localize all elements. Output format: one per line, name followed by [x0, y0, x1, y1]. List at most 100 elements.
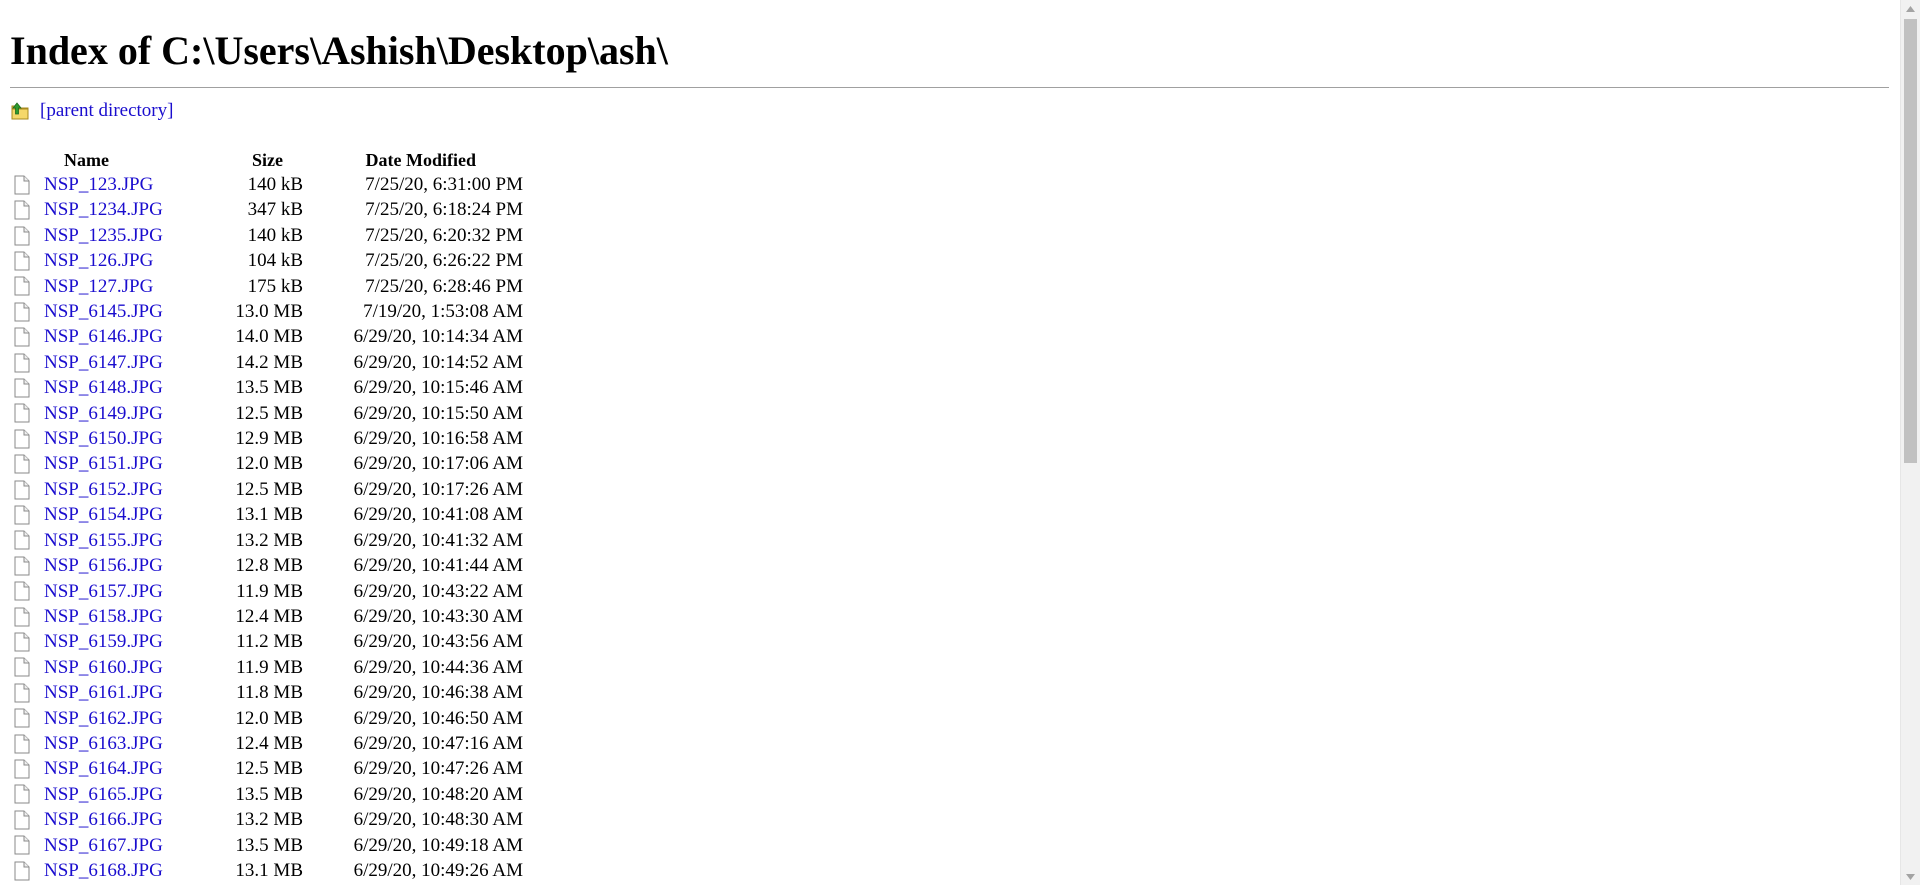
- parent-directory-link[interactable]: [parent directory]: [40, 100, 173, 122]
- date-modified-cell: 6/29/20, 10:47:26 AM: [353, 758, 523, 780]
- file-link[interactable]: NSP_6149.JPG: [44, 401, 163, 426]
- page-title: Index of C:\Users\Ashish\Desktop\ash\: [10, 28, 668, 73]
- file-link[interactable]: NSP_1234.JPG: [44, 197, 163, 222]
- file-name-cell: NSP_6166.JPG: [10, 807, 205, 832]
- divider: [10, 87, 1889, 88]
- file-name-cell: NSP_6159.JPG: [10, 629, 205, 654]
- date-modified-cell: 6/29/20, 10:43:30 AM: [353, 605, 523, 627]
- vertical-scrollbar[interactable]: [1900, 0, 1920, 885]
- date-modified-cell: 6/29/20, 10:41:08 AM: [353, 504, 523, 526]
- file-size-cell: 12.5 MB: [235, 478, 303, 500]
- file-icon: [14, 759, 30, 779]
- file-name-cell: NSP_6155.JPG: [10, 528, 205, 553]
- file-link[interactable]: NSP_6152.JPG: [44, 477, 163, 502]
- file-link[interactable]: NSP_6162.JPG: [44, 706, 163, 731]
- file-name-wrapper: NSP_6168.JPG: [10, 858, 205, 883]
- file-link[interactable]: NSP_6167.JPG: [44, 833, 163, 858]
- file-icon: [14, 175, 30, 195]
- file-link[interactable]: NSP_6148.JPG: [44, 375, 163, 400]
- file-link[interactable]: NSP_127.JPG: [44, 274, 153, 299]
- file-size-cell: 12.0 MB: [235, 707, 303, 729]
- file-link[interactable]: NSP_6165.JPG: [44, 782, 163, 807]
- file-size-cell: 140 kB: [247, 174, 303, 195]
- folder-up-icon[interactable]: [10, 101, 30, 121]
- parent-directory-row: [parent directory]: [10, 98, 173, 124]
- date-modified-cell: 6/29/20, 10:47:16 AM: [353, 732, 523, 754]
- file-size-cell: 347 kB: [247, 199, 303, 221]
- file-icon: [14, 607, 30, 627]
- file-link[interactable]: NSP_6161.JPG: [44, 680, 163, 705]
- file-icon: [14, 480, 30, 500]
- table-row: NSP_126.JPG 104 kB 7/25/20, 6:26:22 PM: [10, 248, 523, 273]
- file-name-wrapper: NSP_127.JPG: [10, 274, 205, 299]
- file-size-cell: 175 kB: [247, 275, 303, 297]
- file-link[interactable]: NSP_6150.JPG: [44, 426, 163, 451]
- file-icon: [14, 403, 30, 423]
- file-link[interactable]: NSP_6157.JPG: [44, 579, 163, 604]
- table-row: NSP_6149.JPG 12.5 MB 6/29/20, 10:15:50 AM: [10, 401, 523, 426]
- file-name-cell: NSP_6154.JPG: [10, 502, 205, 527]
- date-modified-cell: 6/29/20, 10:43:22 AM: [353, 580, 523, 602]
- file-rows: NSP_123.JPG 140 kB 7/25/20, 6:31:00 PM NSP_…: [10, 172, 523, 883]
- file-name-cell: NSP_6152.JPG: [10, 477, 205, 502]
- file-size-cell: 12.9 MB: [235, 428, 303, 450]
- table-row: NSP_1235.JPG 140 kB 7/25/20, 6:20:32 PM: [10, 223, 523, 248]
- file-link[interactable]: NSP_6168.JPG: [44, 858, 163, 883]
- file-link[interactable]: NSP_126.JPG: [44, 248, 153, 273]
- date-modified-cell: 7/25/20, 6:31:00 PM: [365, 174, 523, 195]
- file-link[interactable]: NSP_6147.JPG: [44, 350, 163, 375]
- date-modified-cell: 6/29/20, 10:17:26 AM: [353, 478, 523, 500]
- file-link[interactable]: NSP_6155.JPG: [44, 528, 163, 553]
- date-modified-cell: 6/29/20, 10:49:18 AM: [353, 834, 523, 856]
- table-row: NSP_6168.JPG 13.1 MB 6/29/20, 10:49:26 AM: [10, 858, 523, 883]
- file-icon: [14, 226, 30, 246]
- file-icon: [14, 327, 30, 347]
- file-link[interactable]: NSP_6146.JPG: [44, 324, 163, 349]
- file-icon: [14, 657, 30, 677]
- file-name-cell: NSP_123.JPG: [10, 172, 205, 197]
- file-icon: [14, 353, 30, 373]
- date-modified-cell: 6/29/20, 10:14:52 AM: [353, 351, 523, 373]
- file-size-cell: 13.5 MB: [235, 783, 303, 805]
- file-name-wrapper: NSP_6147.JPG: [10, 350, 205, 375]
- size-column-header[interactable]: Size: [205, 149, 303, 172]
- file-icon: [14, 861, 30, 881]
- table-row: NSP_6145.JPG 13.0 MB 7/19/20, 1:53:08 AM: [10, 299, 523, 324]
- file-link[interactable]: NSP_6151.JPG: [44, 451, 163, 476]
- file-icon: [14, 378, 30, 398]
- file-link[interactable]: NSP_1235.JPG: [44, 223, 163, 248]
- date-modified-column-header[interactable]: Date Modified: [303, 149, 523, 172]
- file-link[interactable]: NSP_6159.JPG: [44, 629, 163, 654]
- file-size-cell: 12.4 MB: [235, 605, 303, 627]
- date-modified-cell: 6/29/20, 10:43:56 AM: [353, 631, 523, 653]
- table-row: NSP_6158.JPG 12.4 MB 6/29/20, 10:43:30 AM: [10, 604, 523, 629]
- file-size-cell: 11.2 MB: [236, 631, 303, 653]
- file-link[interactable]: NSP_6145.JPG: [44, 299, 163, 324]
- table-row: NSP_6150.JPG 12.9 MB 6/29/20, 10:16:58 AM: [10, 426, 523, 451]
- file-link[interactable]: NSP_6166.JPG: [44, 807, 163, 832]
- file-name-cell: NSP_127.JPG: [10, 274, 205, 299]
- file-size-cell: 140 kB: [247, 224, 303, 246]
- scroll-up-icon[interactable]: [1901, 0, 1920, 17]
- date-modified-cell: 6/29/20, 10:41:32 AM: [353, 529, 523, 551]
- scrollbar-thumb[interactable]: [1904, 19, 1917, 463]
- file-size-cell: 13.5 MB: [235, 834, 303, 856]
- file-link[interactable]: NSP_123.JPG: [44, 172, 153, 197]
- table-row: NSP_6157.JPG 11.9 MB 6/29/20, 10:43:22 AM: [10, 579, 523, 604]
- file-link[interactable]: NSP_6158.JPG: [44, 604, 163, 629]
- scroll-down-icon[interactable]: [1901, 868, 1920, 885]
- file-icon: [14, 683, 30, 703]
- file-link[interactable]: NSP_6154.JPG: [44, 502, 163, 527]
- file-name-wrapper: NSP_6162.JPG: [10, 706, 205, 731]
- file-size-cell: 14.2 MB: [235, 351, 303, 373]
- name-column-header[interactable]: Name: [10, 149, 205, 172]
- file-link[interactable]: NSP_6164.JPG: [44, 756, 163, 781]
- file-link[interactable]: NSP_6163.JPG: [44, 731, 163, 756]
- table-row: NSP_6155.JPG 13.2 MB 6/29/20, 10:41:32 AM: [10, 528, 523, 553]
- file-link[interactable]: NSP_6156.JPG: [44, 553, 163, 578]
- file-name-wrapper: NSP_6157.JPG: [10, 579, 205, 604]
- file-link[interactable]: NSP_6160.JPG: [44, 655, 163, 680]
- file-icon: [14, 556, 30, 576]
- table-row: NSP_6156.JPG 12.8 MB 6/29/20, 10:41:44 AM: [10, 553, 523, 578]
- file-name-cell: NSP_6147.JPG: [10, 350, 205, 375]
